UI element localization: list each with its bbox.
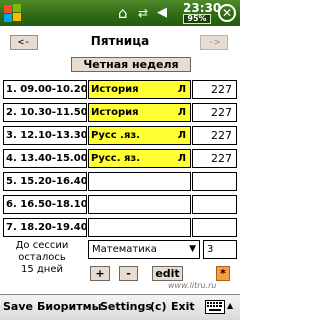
lesson-subject[interactable] — [88, 218, 191, 237]
lesson-room[interactable]: 227 — [192, 126, 237, 145]
lesson-type: Л — [177, 84, 186, 95]
lesson-subject[interactable]: Русс .яз. Л — [88, 126, 191, 145]
subject-select-value: Математика — [92, 244, 157, 255]
chevron-down-icon[interactable]: ▼ — [189, 241, 196, 258]
lesson-time[interactable]: 5. 15.20-16.40 — [3, 172, 87, 191]
session-line-1: До сессии — [15, 240, 69, 251]
lesson-subject-name: Русс .яз. — [91, 130, 141, 141]
lesson-row: 4. 13.40-15.00 Русс. яз. Л 227 — [0, 149, 240, 168]
lesson-room[interactable] — [192, 195, 237, 214]
lesson-time[interactable]: 7. 18.20-19.40 — [3, 218, 87, 237]
lesson-row: 2. 10.30-11.50 История Л 227 — [0, 103, 240, 122]
count-input[interactable]: 3 — [203, 240, 237, 259]
week-type-button[interactable]: Четная неделя — [71, 57, 191, 72]
session-line-2: осталось — [18, 252, 66, 263]
connectivity-icon[interactable]: ⇄ — [138, 4, 148, 22]
watermark: www.litru.ru — [168, 281, 217, 290]
lesson-time[interactable]: 3. 12.10-13.30 — [3, 126, 87, 145]
plus-button[interactable]: + — [90, 266, 110, 281]
lesson-subject[interactable]: История Л — [88, 80, 191, 99]
lesson-subject-name: История — [91, 107, 139, 118]
menu-settings[interactable]: Settings — [100, 300, 152, 313]
status-bar: ⌂ ⇄ ◀ 23:30 95% ✕ — [0, 0, 240, 26]
lesson-room[interactable] — [192, 218, 237, 237]
menu-bar: Save Биоритмы Settings (c) Exit ▲ — [0, 294, 240, 320]
menu-biorhythms[interactable]: Биоритмы — [37, 300, 102, 313]
schedule-view: <- Пятница -> Четная неделя 1. 09.00-10.… — [0, 26, 240, 294]
lesson-room[interactable]: 227 — [192, 103, 237, 122]
close-icon[interactable]: ✕ — [218, 4, 236, 22]
edit-button[interactable]: edit — [152, 266, 183, 281]
lesson-room[interactable]: 227 — [192, 80, 237, 99]
lesson-time[interactable]: 4. 13.40-15.00 — [3, 149, 87, 168]
battery-indicator: 95% — [183, 14, 211, 24]
lesson-subject-name: Русс. яз. — [91, 153, 141, 164]
lesson-row: 7. 18.20-19.40 — [0, 218, 240, 237]
lesson-time[interactable]: 1. 09.00-10.20 — [3, 80, 87, 99]
keyboard-arrow-icon[interactable]: ▲ — [227, 301, 233, 310]
lesson-subject[interactable]: Русс. яз. Л — [88, 149, 191, 168]
session-line-3: 15 дней — [20, 264, 63, 275]
windows-flag-icon[interactable] — [3, 3, 23, 23]
lesson-time[interactable]: 6. 16.50-18.10 — [3, 195, 87, 214]
clock: 23:30 — [183, 1, 222, 15]
lesson-row: 5. 15.20-16.40 — [0, 172, 240, 191]
subject-select[interactable]: Математика ▼ — [88, 240, 200, 259]
session-countdown: До сессии осталось 15 дней — [0, 240, 84, 276]
menu-about[interactable]: (c) — [150, 300, 167, 313]
menu-save[interactable]: Save — [3, 300, 33, 313]
next-day-button[interactable]: -> — [200, 35, 228, 50]
volume-icon[interactable]: ◀ — [157, 4, 167, 22]
lesson-row: 6. 16.50-18.10 — [0, 195, 240, 214]
lesson-subject-name: История — [91, 84, 139, 95]
star-button[interactable]: * — [216, 266, 230, 281]
lesson-row: 1. 09.00-10.20 История Л 227 — [0, 80, 240, 99]
lesson-room[interactable]: 227 — [192, 149, 237, 168]
lesson-room[interactable] — [192, 172, 237, 191]
lesson-subject[interactable] — [88, 172, 191, 191]
lesson-row: 3. 12.10-13.30 Русс .яз. Л 227 — [0, 126, 240, 145]
lesson-type: Л — [177, 107, 186, 118]
lesson-subject[interactable] — [88, 195, 191, 214]
menu-exit[interactable]: Exit — [171, 300, 195, 313]
lesson-type: Л — [177, 153, 186, 164]
lesson-subject[interactable]: История Л — [88, 103, 191, 122]
lesson-time[interactable]: 2. 10.30-11.50 — [3, 103, 87, 122]
home-icon[interactable]: ⌂ — [118, 4, 128, 22]
minus-button[interactable]: - — [119, 266, 138, 281]
keyboard-icon[interactable] — [205, 300, 225, 314]
lesson-type: Л — [177, 130, 186, 141]
